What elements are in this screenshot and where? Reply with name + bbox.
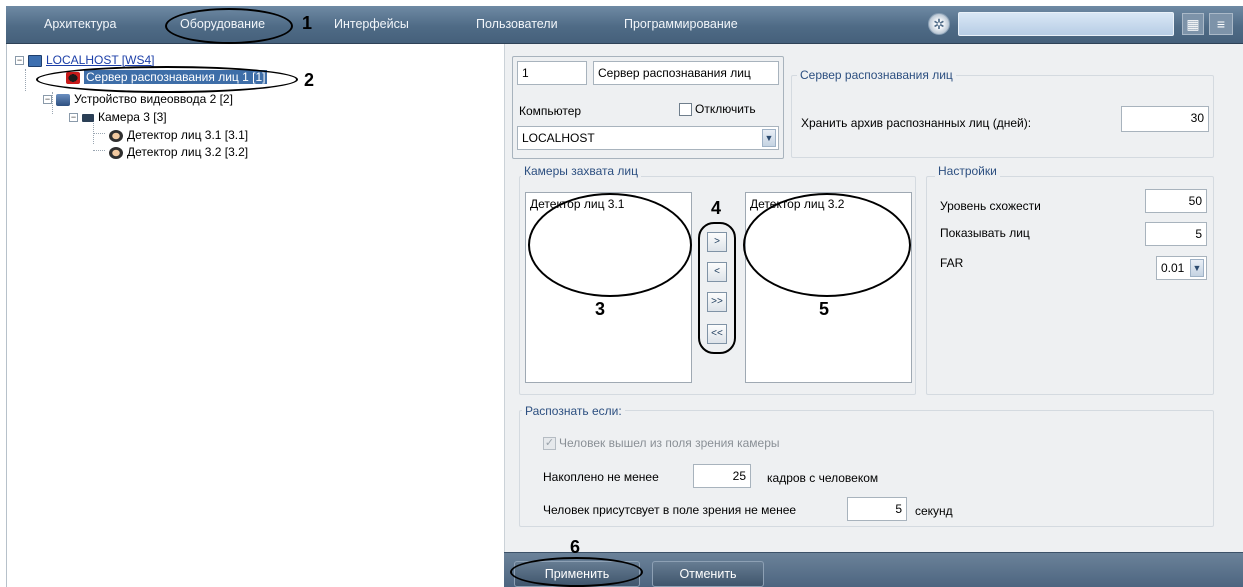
archive-days-field[interactable]: 30 xyxy=(1121,106,1209,132)
face-detector-icon xyxy=(109,146,123,159)
chevron-down-icon[interactable]: ▼ xyxy=(762,129,776,147)
far-select[interactable]: 0.01 ▼ xyxy=(1156,256,1207,280)
annotation-number-1: 1 xyxy=(302,13,313,33)
left-fov-checkbox-box[interactable]: ✓ xyxy=(543,437,556,451)
annotation-number-4: 4 xyxy=(711,198,722,218)
collapse-icon[interactable]: − xyxy=(43,95,52,105)
annotation-oval-3 xyxy=(528,193,692,297)
show-faces-label: Показывать лиц xyxy=(940,226,1030,240)
disable-checkbox-box[interactable] xyxy=(679,103,692,117)
layout-grid-icon[interactable]: ▦ xyxy=(1182,13,1204,35)
tab-programming[interactable]: Программирование xyxy=(624,17,738,31)
tree-label-detector-1: Детектор лиц 3.1 [3.1] xyxy=(127,128,249,142)
computer-select-value: LOCALHOST xyxy=(522,131,595,145)
collapse-icon[interactable]: − xyxy=(15,56,24,66)
annotation-number-6: 6 xyxy=(570,537,581,557)
tree-node-detector-1[interactable]: Детектор лиц 3.1 [3.1] xyxy=(109,128,248,142)
search-input[interactable] xyxy=(958,12,1174,36)
show-faces-field[interactable]: 5 xyxy=(1145,222,1207,246)
annotation-oval-5 xyxy=(743,193,911,297)
server-group-title: Сервер распознавания лиц xyxy=(797,68,956,82)
computer-select[interactable]: LOCALHOST ▼ xyxy=(517,126,779,150)
face-detector-icon xyxy=(109,129,123,142)
collapse-icon[interactable]: − xyxy=(69,113,78,123)
disable-label: Отключить xyxy=(695,102,756,116)
computer-label: Компьютер xyxy=(519,104,582,118)
cancel-button[interactable]: Отменить xyxy=(652,561,764,587)
archive-label: Хранить архив распознанных лиц (дней): xyxy=(801,116,1032,130)
camera-icon xyxy=(82,113,94,122)
tree-label-camera: Камера 3 [3] xyxy=(98,110,167,124)
present-seconds-field[interactable]: 5 xyxy=(847,497,907,521)
present-label: Человек присутсвует в поле зрения не мен… xyxy=(543,503,797,517)
tab-architecture[interactable]: Архитектура xyxy=(44,17,116,31)
annotation-oval-4 xyxy=(698,222,736,354)
cameras-group-title: Камеры захвата лиц xyxy=(521,164,641,178)
annotation-oval-2 xyxy=(36,66,298,93)
frames-label: кадров с человеком xyxy=(767,471,879,485)
tree-label-detector-2: Детектор лиц 3.2 [3.2] xyxy=(127,145,249,159)
video-device-icon xyxy=(56,93,70,106)
hardware-tree: − LOCALHOST [WS4] Сервер распознавания ли… xyxy=(6,44,504,587)
annotation-number-3: 3 xyxy=(595,299,606,319)
computer-icon xyxy=(28,54,42,67)
tree-label-localhost: LOCALHOST [WS4] xyxy=(46,53,155,67)
menu-icon[interactable]: ≡ xyxy=(1209,13,1233,35)
tree-node-localhost[interactable]: − LOCALHOST [WS4] xyxy=(15,53,154,67)
annotation-number-5: 5 xyxy=(819,299,830,319)
annotation-oval-1 xyxy=(165,8,293,44)
settings-group-title: Настройки xyxy=(935,164,1000,178)
chevron-down-icon[interactable]: ▼ xyxy=(1190,259,1204,277)
disable-checkbox[interactable]: Отключить xyxy=(679,102,756,117)
accumulated-label: Накоплено не менее xyxy=(543,470,659,484)
tab-users[interactable]: Пользователи xyxy=(476,17,558,31)
tree-node-camera[interactable]: − Камера 3 [3] xyxy=(69,110,167,124)
object-name-field[interactable]: Сервер распознавания лиц xyxy=(593,61,779,85)
similarity-label: Уровень схожести xyxy=(940,199,1041,213)
far-select-value: 0.01 xyxy=(1161,261,1185,275)
settings-gear-icon[interactable]: ✲ xyxy=(928,13,950,35)
seconds-label: секунд xyxy=(915,504,953,518)
far-label: FAR xyxy=(940,256,964,270)
accumulated-frames-field[interactable]: 25 xyxy=(693,464,751,488)
annotation-number-2: 2 xyxy=(304,70,315,90)
left-fov-label: Человек вышел из поля зрения камеры xyxy=(559,436,780,450)
left-fov-checkbox[interactable]: ✓ Человек вышел из поля зрения камеры xyxy=(543,436,780,451)
tab-interfaces[interactable]: Интерфейсы xyxy=(334,17,409,31)
tree-node-detector-2[interactable]: Детектор лиц 3.2 [3.2] xyxy=(109,145,248,159)
annotation-oval-6 xyxy=(510,557,643,587)
similarity-field[interactable]: 50 xyxy=(1145,189,1207,213)
tree-node-video-device[interactable]: − Устройство видеоввода 2 [2] xyxy=(43,92,233,106)
recognize-group-title: Распознать если: xyxy=(522,404,625,418)
tree-label-video-device: Устройство видеоввода 2 [2] xyxy=(74,92,233,106)
object-id-field[interactable]: 1 xyxy=(517,61,587,85)
settings-panel: 1 Сервер распознавания лиц Компьютер Отк… xyxy=(504,44,1243,552)
